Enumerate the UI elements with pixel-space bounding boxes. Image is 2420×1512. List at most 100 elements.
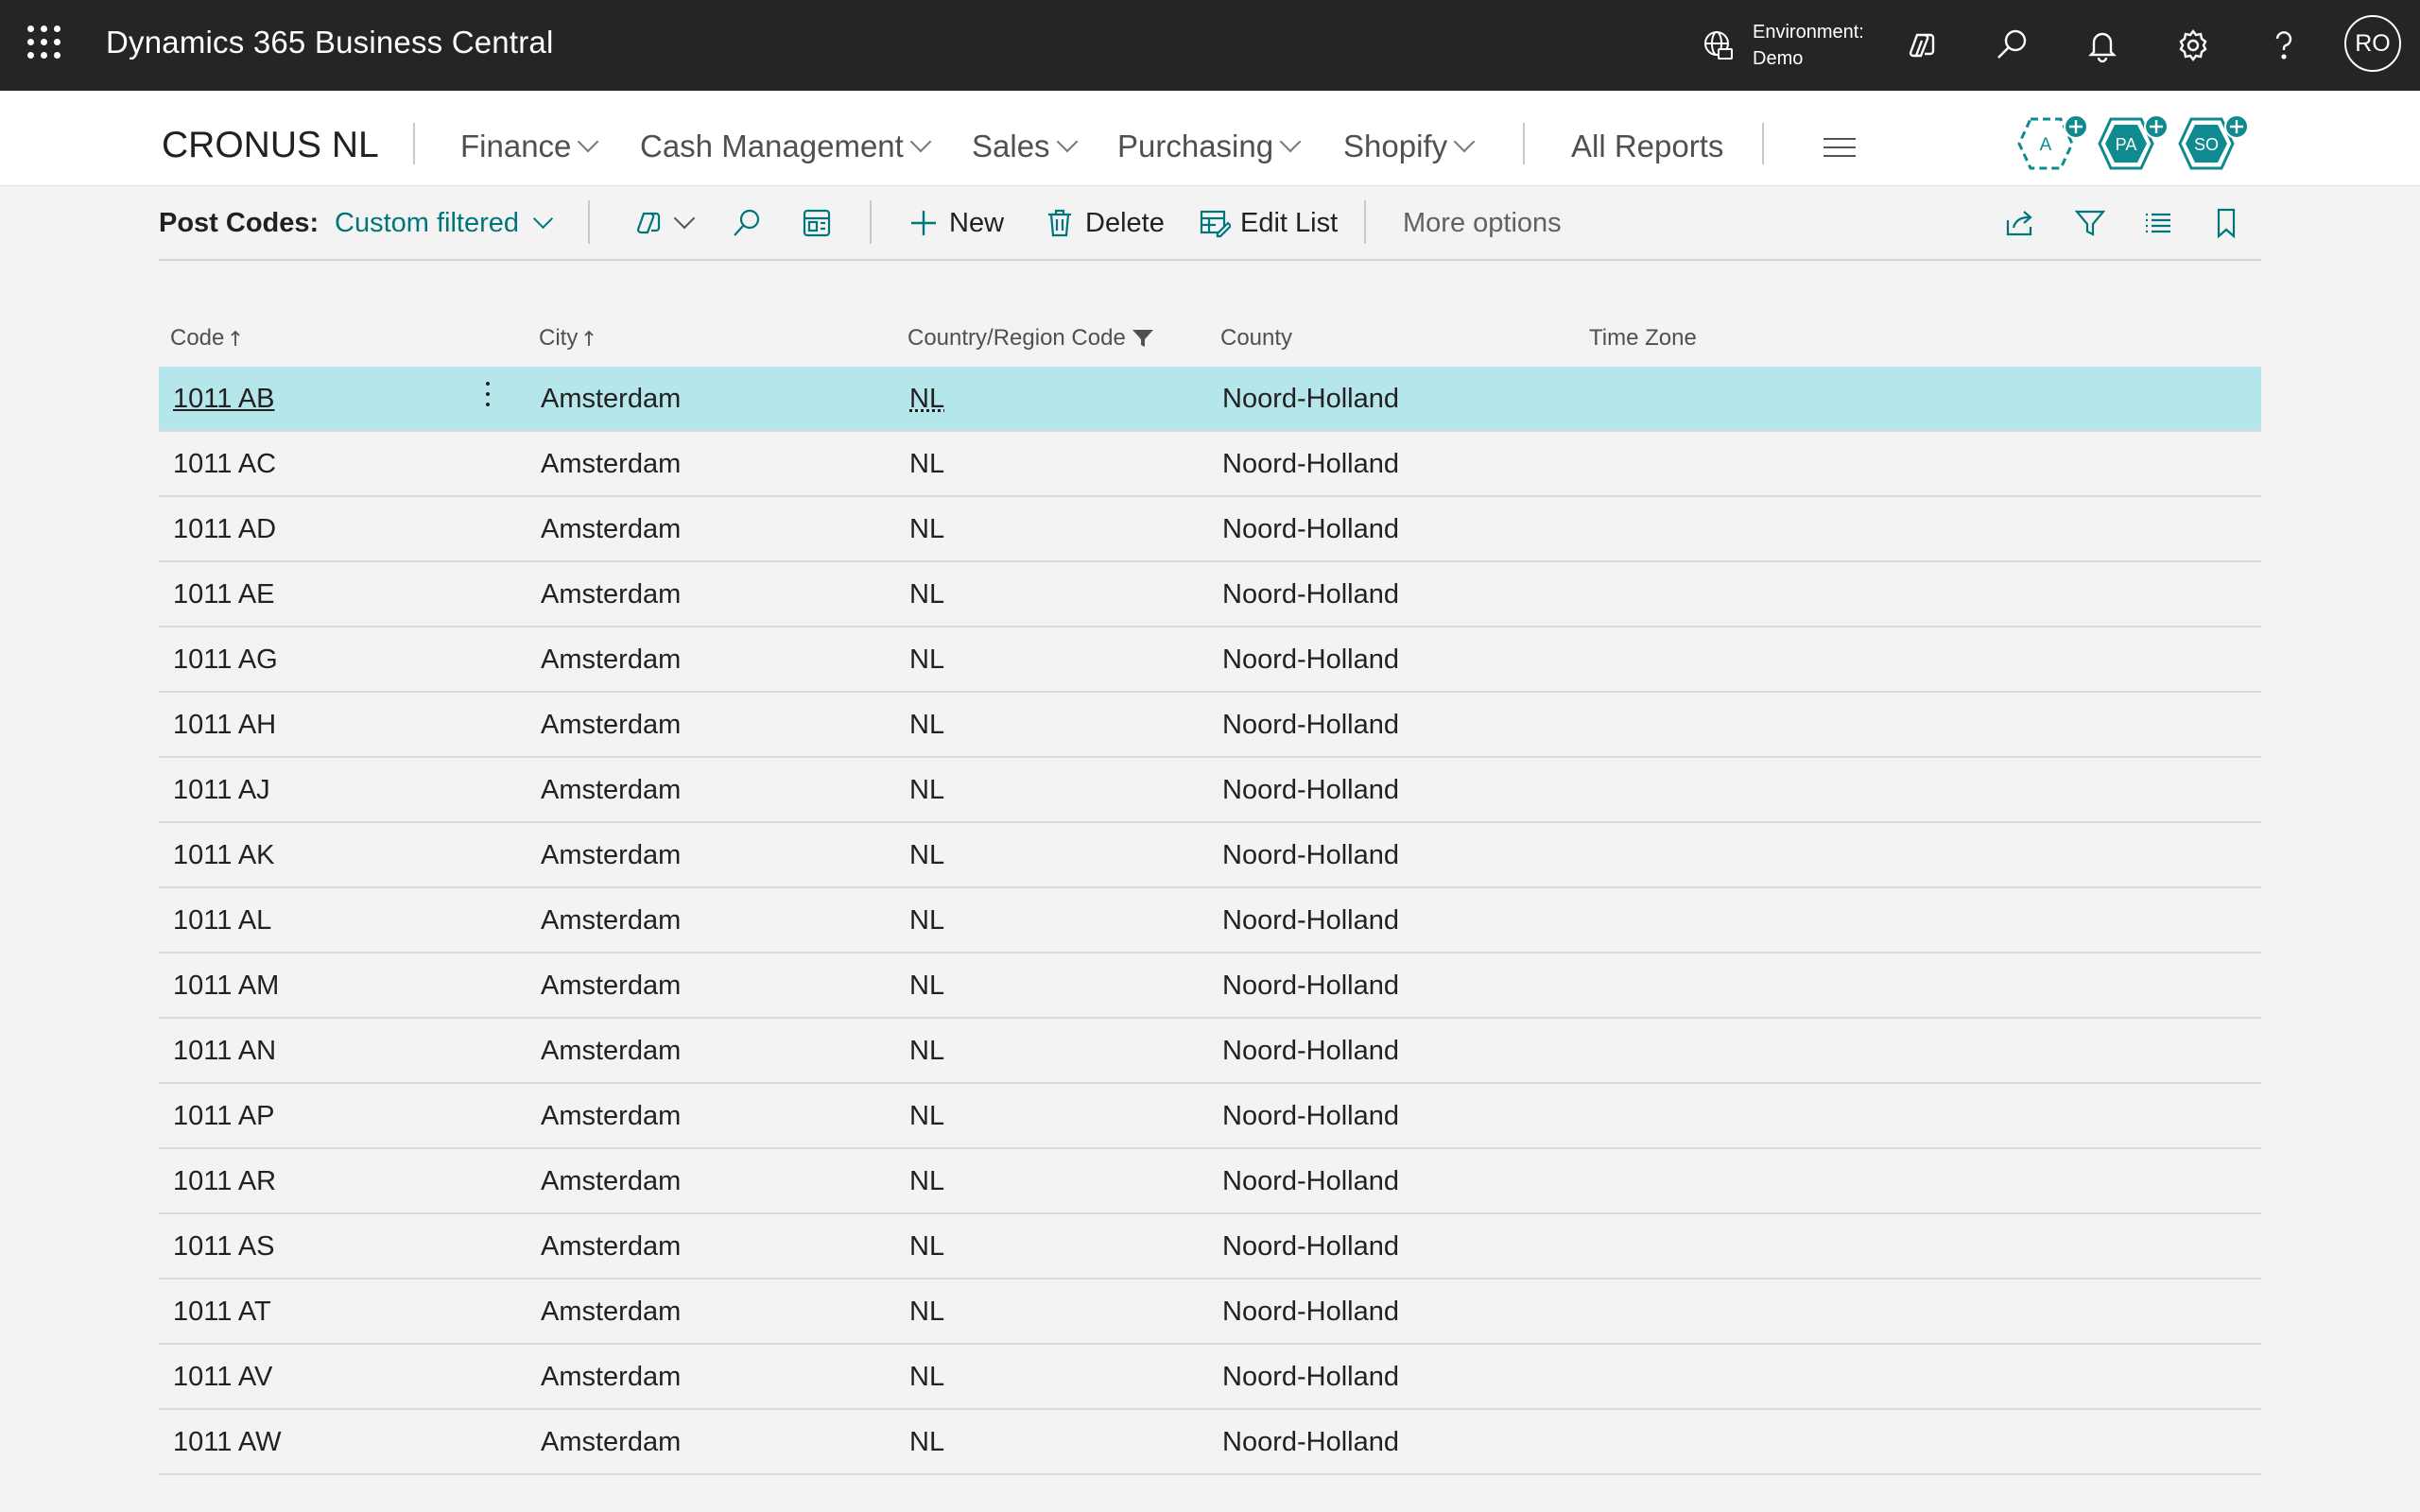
- table-row[interactable]: 1011 AM Amsterdam NL Noord-Holland: [159, 954, 2261, 1019]
- copilot-icon: [636, 212, 661, 234]
- edit-list-button-label: Edit List: [1240, 207, 1339, 238]
- cell-country: NL: [909, 1166, 945, 1196]
- table-row[interactable]: 1011 AD Amsterdam NL Noord-Holland: [159, 497, 2261, 562]
- column-header-label: City: [539, 325, 579, 351]
- nav-item-cash-management[interactable]: Cash Management: [640, 129, 932, 164]
- agent-label: A: [2040, 135, 2052, 155]
- cell-code[interactable]: 1011 AH: [173, 710, 276, 741]
- waffle-icon[interactable]: [27, 26, 61, 60]
- more-options-button[interactable]: More options: [1403, 202, 1562, 244]
- chevron-down-icon: [1056, 130, 1078, 153]
- delete-button[interactable]: Delete: [1044, 202, 1165, 244]
- cell-city: Amsterdam: [541, 1036, 682, 1066]
- agent-badge-so[interactable]: SO: [2178, 114, 2249, 170]
- cell-code[interactable]: 1011 AV: [173, 1362, 272, 1393]
- cell-county: Noord-Holland: [1222, 1427, 1399, 1457]
- company-name[interactable]: CRONUS NL: [162, 125, 379, 166]
- cell-code[interactable]: 1011 AN: [173, 1036, 276, 1067]
- cell-code[interactable]: 1011 AW: [173, 1427, 281, 1458]
- cell-code[interactable]: 1011 AD: [173, 514, 276, 545]
- cell-code[interactable]: 1011 AJ: [173, 775, 270, 806]
- cell-county: Noord-Holland: [1222, 644, 1399, 675]
- column-header-city[interactable]: City: [539, 325, 595, 352]
- table-row[interactable]: 1011 AE Amsterdam NL Noord-Holland: [159, 562, 2261, 627]
- app-title[interactable]: Dynamics 365 Business Central: [106, 25, 554, 60]
- cell-code[interactable]: 1011 AG: [173, 644, 278, 676]
- search-list-button[interactable]: [731, 202, 763, 244]
- cell-county: Noord-Holland: [1222, 384, 1399, 414]
- agent-badge-a[interactable]: A: [2017, 114, 2088, 170]
- table-row[interactable]: 1011 AJ Amsterdam NL Noord-Holland: [159, 758, 2261, 823]
- agent-label: SO: [2194, 135, 2219, 154]
- cell-code[interactable]: 1011 AS: [173, 1231, 275, 1263]
- column-header-time-zone[interactable]: Time Zone: [1589, 325, 1697, 352]
- table-row[interactable]: 1011 AL Amsterdam NL Noord-Holland: [159, 888, 2261, 954]
- cell-code[interactable]: 1011 AK: [173, 840, 275, 871]
- cell-county: Noord-Holland: [1222, 1036, 1399, 1066]
- edit-list-button[interactable]: Edit List: [1199, 202, 1338, 244]
- table-row[interactable]: 1011 AT Amsterdam NL Noord-Holland: [159, 1280, 2261, 1345]
- share-icon: [2006, 211, 2032, 236]
- column-header-county[interactable]: County: [1220, 325, 1292, 352]
- copilot-actions-button[interactable]: [631, 202, 696, 244]
- filter-icon: [2074, 210, 2106, 236]
- list-view-button[interactable]: [2142, 202, 2174, 244]
- agent-badge-pa[interactable]: PA: [2098, 114, 2169, 170]
- chevron-down-icon: [532, 208, 554, 230]
- table-row[interactable]: 1011 AW Amsterdam NL Noord-Holland: [159, 1410, 2261, 1475]
- row-actions-icon[interactable]: [480, 382, 495, 414]
- cell-county: Noord-Holland: [1222, 449, 1399, 479]
- cell-code[interactable]: 1011 AE: [173, 579, 275, 610]
- cell-city: Amsterdam: [541, 840, 682, 870]
- cell-city: Amsterdam: [541, 905, 682, 936]
- nav-item-label: Cash Management: [640, 129, 904, 163]
- nav-item-shopify[interactable]: Shopify: [1343, 129, 1476, 164]
- cell-city: Amsterdam: [541, 1427, 682, 1457]
- column-header-code[interactable]: Code: [170, 325, 241, 352]
- copilot-icon: [1909, 33, 1935, 58]
- table-row[interactable]: 1011 AP Amsterdam NL Noord-Holland: [159, 1084, 2261, 1149]
- cell-code[interactable]: 1011 AR: [173, 1166, 276, 1197]
- column-header-country-region-code[interactable]: Country/Region Code: [908, 325, 1154, 352]
- table-row[interactable]: 1011 AN Amsterdam NL Noord-Holland: [159, 1019, 2261, 1084]
- nav-item-all-reports[interactable]: All Reports: [1571, 129, 1723, 164]
- cell-city: Amsterdam: [541, 1101, 682, 1131]
- settings-button[interactable]: [2170, 23, 2216, 68]
- cell-code[interactable]: 1011 AM: [173, 971, 279, 1002]
- view-filter-dropdown[interactable]: Custom filtered: [335, 208, 554, 239]
- new-button[interactable]: New: [908, 202, 1004, 244]
- table-row[interactable]: 1011 AR Amsterdam NL Noord-Holland: [159, 1149, 2261, 1214]
- help-button[interactable]: [2261, 23, 2307, 68]
- nav-item-sales[interactable]: Sales: [972, 129, 1078, 164]
- column-header-label: Code: [170, 325, 225, 351]
- open-in-excel-button[interactable]: [801, 202, 833, 244]
- table-row[interactable]: 1011 AS Amsterdam NL Noord-Holland: [159, 1214, 2261, 1280]
- cell-county: Noord-Holland: [1222, 840, 1399, 870]
- bookmark-button[interactable]: [2210, 202, 2242, 244]
- nav-item-purchasing[interactable]: Purchasing: [1117, 129, 1302, 164]
- search-button[interactable]: [1989, 23, 2034, 68]
- notifications-button[interactable]: [2080, 23, 2125, 68]
- cell-code[interactable]: 1011 AB: [173, 384, 275, 415]
- table-row[interactable]: 1011 AV Amsterdam NL Noord-Holland: [159, 1345, 2261, 1410]
- user-avatar-button[interactable]: RO: [2344, 15, 2401, 72]
- cell-country: NL: [909, 971, 945, 1001]
- table-row[interactable]: 1011 AC Amsterdam NL Noord-Holland: [159, 432, 2261, 497]
- cell-city: Amsterdam: [541, 1231, 682, 1262]
- copilot-button[interactable]: [1898, 23, 1944, 68]
- environment-indicator[interactable]: Environment: Demo: [1702, 19, 1864, 72]
- cell-code[interactable]: 1011 AL: [173, 905, 271, 936]
- table-row[interactable]: 1011 AK Amsterdam NL Noord-Holland: [159, 823, 2261, 888]
- cell-code[interactable]: 1011 AP: [173, 1101, 275, 1132]
- cell-code[interactable]: 1011 AT: [173, 1297, 271, 1328]
- table-row[interactable]: 1011 AG Amsterdam NL Noord-Holland: [159, 627, 2261, 693]
- hamburger-icon[interactable]: [1824, 138, 1856, 163]
- table-row[interactable]: 1011 AB Amsterdam NL Noord-Holland: [159, 367, 2261, 432]
- share-button[interactable]: [2004, 202, 2036, 244]
- cell-code[interactable]: 1011 AC: [173, 449, 276, 480]
- filter-pane-button[interactable]: [2074, 202, 2106, 244]
- nav-item-finance[interactable]: Finance: [460, 129, 599, 164]
- table-row[interactable]: 1011 AH Amsterdam NL Noord-Holland: [159, 693, 2261, 758]
- cell-county: Noord-Holland: [1222, 579, 1399, 610]
- cell-city: Amsterdam: [541, 644, 682, 675]
